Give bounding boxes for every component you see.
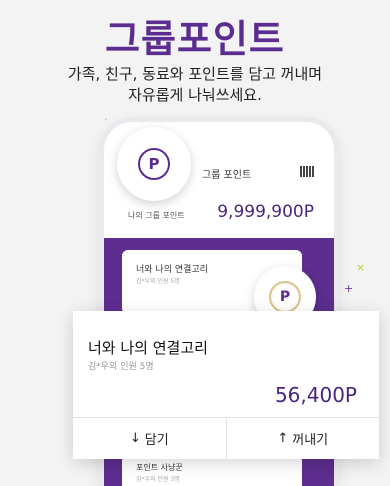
phone-group-card-title: 너와 나의 연결고리 (136, 265, 208, 275)
my-point-label: 나의 그룹 포인트 (128, 211, 185, 220)
withdraw-label: 꺼내기 (292, 433, 329, 448)
phone-group-card-2-subtitle: 김*우외 인원 3명 (136, 476, 180, 483)
phone-group-card-subtitle: 김*우외 인원 5명 (136, 278, 180, 285)
coin-badge-large: P (117, 127, 191, 201)
subline: 가족, 친구, 동료와 포인트를 담고 꺼내며 자유롭게 나눠쓰세요. (0, 64, 390, 106)
deposit-label: 담기 (144, 433, 169, 448)
point-coin-icon: P (269, 281, 301, 313)
group-card-amount: 56,400P (274, 383, 357, 407)
headline: 그룹포인트 (105, 17, 285, 61)
sparkle-icon: · (104, 113, 108, 126)
barcode-icon (300, 166, 314, 177)
deposit-button[interactable]: ↓ 담기 (73, 418, 226, 459)
sparkle-icon: + (344, 282, 354, 295)
sparkle-icon: × (356, 261, 366, 274)
point-coin-icon: P (138, 148, 170, 180)
subline-line-2: 자유롭게 나눠쓰세요. (128, 86, 262, 104)
subline-line-1: 가족, 친구, 동료와 포인트를 담고 꺼내며 (67, 65, 323, 83)
card-actions: ↓ 담기 ↑ 꺼내기 (73, 417, 379, 459)
group-point-card: 너와 나의 연결고리 김*우외 인원 5명 56,400P ↓ 담기 ↑ 꺼내기 (73, 311, 379, 459)
arrow-up-icon: ↑ (277, 431, 289, 446)
phone-group-card-2-title: 포인트 사냥꾼 (136, 463, 183, 472)
withdraw-button[interactable]: ↑ 꺼내기 (225, 418, 379, 459)
group-card-subtitle: 김*우외 인원 5명 (88, 362, 154, 372)
group-card-title: 너와 나의 연결고리 (88, 339, 208, 357)
phone-title: 그룹 포인트 (202, 170, 252, 181)
my-point-value: 9,999,900P (217, 202, 314, 222)
arrow-down-icon: ↓ (129, 431, 141, 446)
